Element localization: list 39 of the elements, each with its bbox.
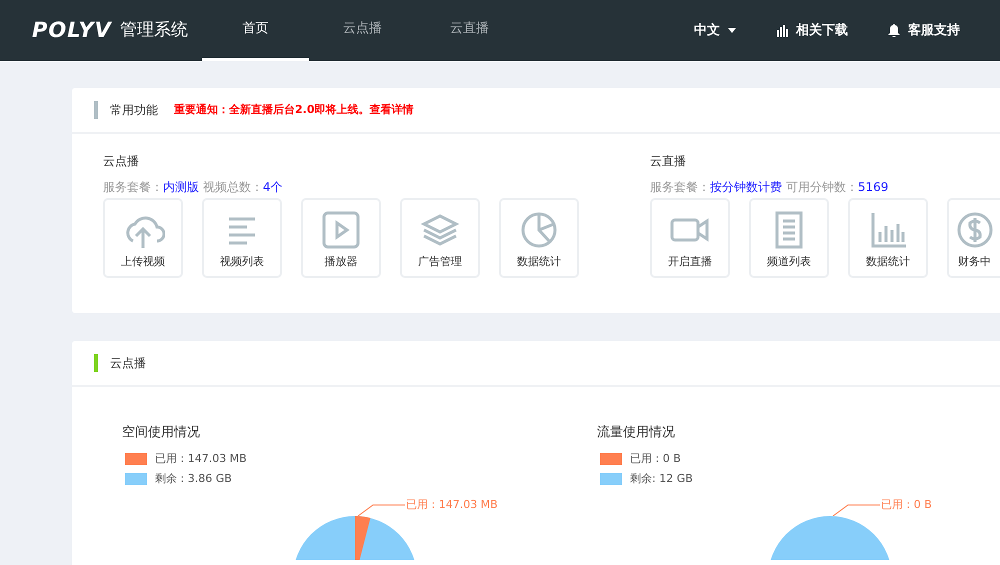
section-title: 云点播 [103,153,140,170]
pie-label: 已用 : 0 B [881,496,932,512]
section-title: 云直播 [650,153,687,170]
function-tile[interactable]: 视频列表 [202,198,282,278]
legend-label: 已用 : 147.03 MB [155,450,247,466]
notice-link[interactable]: 重要通知：全新直播后台2.0即将上线。查看详情 [174,102,414,118]
function-tile[interactable]: 广告管理 [400,198,480,278]
function-tile[interactable]: 开启直播 [650,198,730,278]
legend-label: 剩余: 12 GB [630,471,693,487]
bar-chart-icon [776,24,788,36]
legend-label: 剩余 : 3.86 GB [155,471,232,487]
section-marker [94,101,98,119]
function-tile[interactable]: 播放器 [301,198,381,278]
nav-tab[interactable]: 首页 [202,0,309,61]
panel-title: 常用功能 [110,102,158,119]
nav-tab[interactable]: 云直播 [416,0,523,61]
nav-link[interactable]: 相关下载 [770,20,854,42]
legend-label: 已用 : 0 B [630,450,681,466]
chart-title: 流量使用情况 [597,424,676,442]
function-tile[interactable]: 数据统计 [499,198,579,278]
function-tile[interactable]: 上传视频 [103,198,183,278]
language-dropdown[interactable]: 中文 [688,20,742,42]
chart-title: 空间使用情况 [122,424,201,442]
logo: POLYV [32,16,112,44]
section-marker [94,354,98,372]
nav-tab[interactable]: 云点播 [309,0,416,61]
system-name: 管理系统 [120,18,188,42]
function-tile[interactable]: 频道列表 [749,198,829,278]
caret-icon [728,28,736,33]
service-info: 服务套餐：按分钟数计费 可用分钟数：5169 [650,179,890,196]
pie-label: 已用 : 147.03 MB [406,496,498,512]
bell-icon [888,24,900,37]
service-info: 服务套餐：内测版 视频总数：4个 [103,179,284,196]
leader-line [832,502,880,516]
function-tile[interactable]: 财务中 [947,198,1000,278]
nav-link[interactable]: 客服支持 [882,20,966,42]
leader-line [357,502,405,516]
panel-title: 云点播 [110,355,146,372]
function-tile[interactable]: 数据统计 [848,198,928,278]
